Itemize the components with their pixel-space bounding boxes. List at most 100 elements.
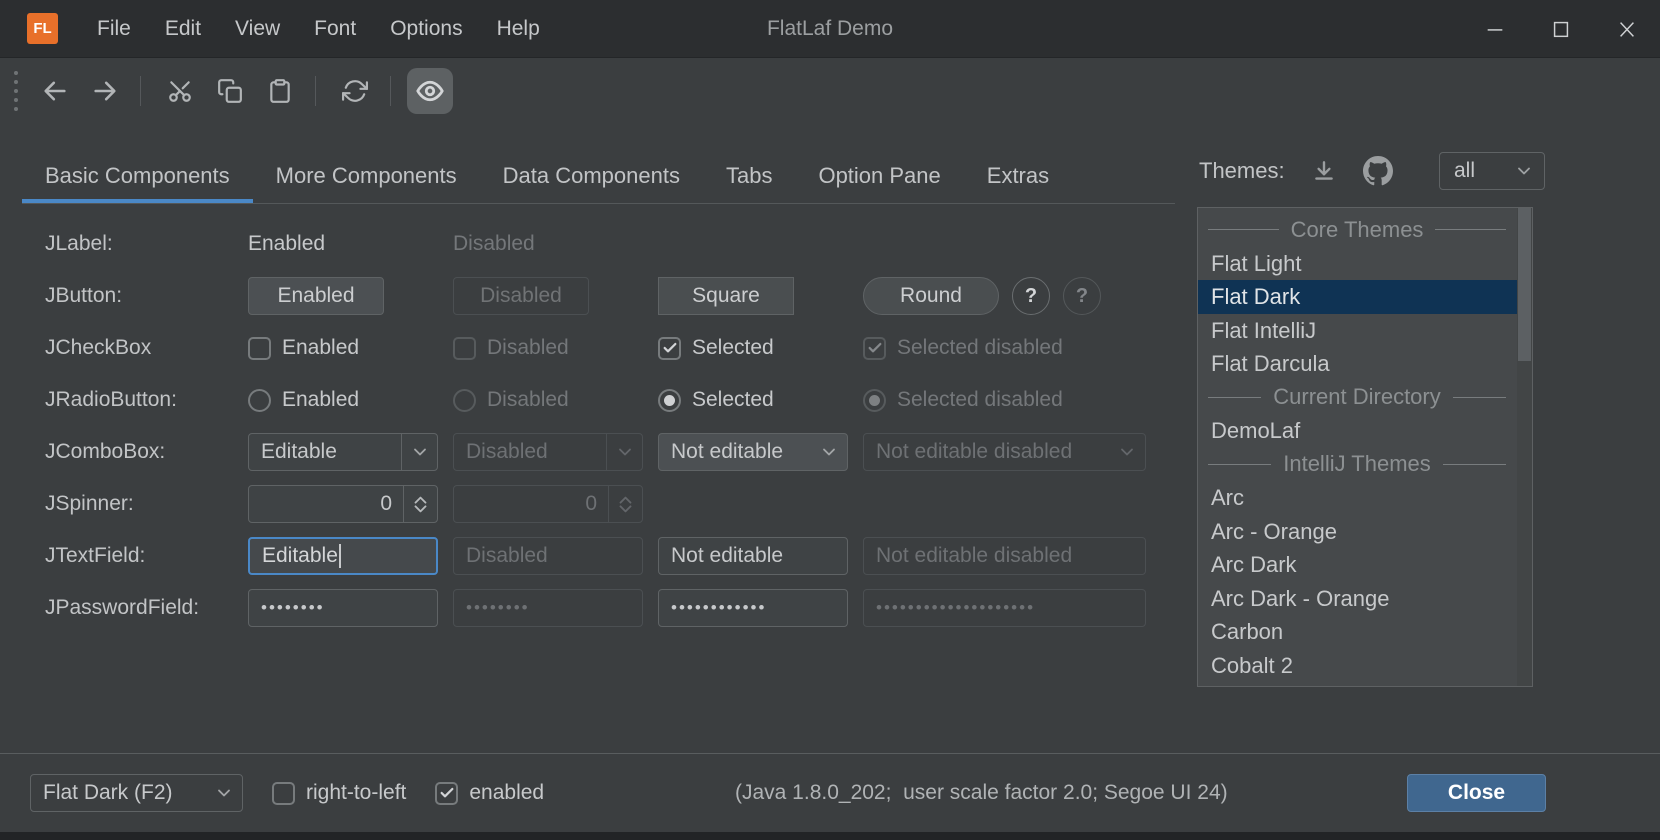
theme-item-flat-intellij[interactable]: Flat IntelliJ [1198, 314, 1532, 348]
minimize-button[interactable] [1462, 0, 1528, 58]
chevron-down-icon[interactable] [401, 434, 437, 470]
tab-tabs[interactable]: Tabs [703, 148, 795, 203]
passwordfield-disabled: •••••••• [453, 589, 643, 627]
maximize-button[interactable] [1528, 0, 1594, 58]
help-button-disabled: ? [1063, 277, 1101, 315]
combobox-editable[interactable]: Editable [248, 433, 438, 471]
close-button[interactable]: Close [1407, 774, 1546, 812]
theme-item-demolaf[interactable]: DemoLaf [1198, 414, 1532, 448]
help-button[interactable]: ? [1012, 277, 1050, 315]
jtextfield-row: JTextField: Editable Disabled Not editab… [45, 530, 1175, 582]
jradiobutton-row-label: JRadioButton: [45, 388, 248, 412]
radio-unchecked-icon [248, 389, 271, 412]
jpasswordfield-row: JPasswordField: •••••••• •••••••• ••••••… [45, 582, 1175, 634]
menu-options[interactable]: Options [373, 0, 479, 58]
window-controls [1462, 0, 1660, 58]
theme-item-carbon[interactable]: Carbon [1198, 615, 1532, 649]
textfield-not-editable[interactable]: Not editable [658, 537, 848, 575]
checkbox-unchecked-icon [248, 337, 271, 360]
enabled-checkbox[interactable]: enabled [435, 781, 544, 805]
refresh-icon[interactable] [332, 68, 378, 114]
theme-item-arc[interactable]: Arc [1198, 481, 1532, 515]
chevron-down-icon [1514, 161, 1534, 181]
tab-data-components[interactable]: Data Components [480, 148, 703, 203]
chevron-down-icon[interactable] [206, 775, 242, 811]
menu-file[interactable]: File [80, 0, 148, 58]
forward-icon[interactable] [82, 68, 128, 114]
copy-icon[interactable] [207, 68, 253, 114]
basic-components-panel: JLabel: Enabled Disabled JButton: Enable… [45, 218, 1175, 634]
tab-option-pane[interactable]: Option Pane [795, 148, 963, 203]
jcheckbox-row: JCheckBox Enabled Disabled Selected [45, 322, 1175, 374]
checkbox-selected-disabled: Selected disabled [863, 336, 1063, 360]
radio-selected[interactable]: Selected [658, 388, 774, 412]
github-icon[interactable] [1363, 156, 1393, 186]
back-icon[interactable] [32, 68, 78, 114]
theme-item-arc-dark-orange[interactable]: Arc Dark - Orange [1198, 582, 1532, 616]
tab-more-components[interactable]: More Components [253, 148, 480, 203]
toolbar-separator [390, 76, 391, 106]
menu-help[interactable]: Help [480, 0, 557, 58]
themes-scrollbar-thumb[interactable] [1518, 208, 1531, 361]
textfield-editable[interactable]: Editable [248, 537, 438, 575]
square-button[interactable]: Square [658, 277, 794, 315]
menu-edit[interactable]: Edit [148, 0, 218, 58]
theme-item-flat-dark[interactable]: Flat Dark [1198, 280, 1532, 314]
theme-item-arc-orange[interactable]: Arc - Orange [1198, 515, 1532, 549]
jspinner-row: JSpinner: 0 0 [45, 478, 1175, 530]
textfield-not-editable-disabled: Not editable disabled [863, 537, 1146, 575]
checkbox-checked-icon [863, 337, 886, 360]
radio-disabled: Disabled [453, 388, 569, 412]
checkbox-disabled: Disabled [453, 336, 569, 360]
menu-view[interactable]: View [218, 0, 297, 58]
tab-basic-components[interactable]: Basic Components [22, 148, 253, 203]
jcombobox-row-label: JComboBox: [45, 440, 248, 464]
theme-group-separator: Current Directory [1198, 381, 1532, 415]
cut-icon[interactable] [157, 68, 203, 114]
chevron-down-icon[interactable] [811, 434, 847, 470]
menu-font[interactable]: Font [297, 0, 373, 58]
passwordfield-not-editable[interactable]: •••••••••••• [658, 589, 848, 627]
right-to-left-checkbox[interactable]: right-to-left [272, 781, 406, 805]
jcheckbox-row-label: JCheckBox [45, 336, 248, 360]
textfield-disabled: Disabled [453, 537, 643, 575]
toolbar-separator [315, 76, 316, 106]
toolbar [0, 58, 1660, 124]
combobox-not-editable[interactable]: Not editable [658, 433, 848, 471]
checkbox-checked-icon [658, 337, 681, 360]
checkbox-enabled[interactable]: Enabled [248, 336, 359, 360]
show-hidden-eye-icon[interactable] [407, 68, 453, 114]
theme-item-flat-darcula[interactable]: Flat Darcula [1198, 347, 1532, 381]
theme-item-cobalt-2[interactable]: Cobalt 2 [1198, 649, 1532, 683]
close-window-button[interactable] [1594, 0, 1660, 58]
jlabel-disabled: Disabled [453, 232, 535, 256]
theme-filter-combobox[interactable]: all [1439, 152, 1545, 190]
jbutton-row-label: JButton: [45, 284, 248, 308]
theme-group-separator: Core Themes [1198, 213, 1532, 247]
checkbox-selected[interactable]: Selected [658, 336, 774, 360]
themes-label: Themes: [1199, 158, 1285, 184]
paste-icon[interactable] [257, 68, 303, 114]
themes-header: Themes: all [1199, 151, 1545, 191]
enabled-button[interactable]: Enabled [248, 277, 384, 315]
radio-enabled[interactable]: Enabled [248, 388, 359, 412]
download-icon[interactable] [1311, 158, 1337, 184]
themes-list: Core Themes Flat Light Flat Dark Flat In… [1197, 207, 1533, 687]
chevron-down-icon [1109, 434, 1145, 470]
theme-item-arc-dark[interactable]: Arc Dark [1198, 548, 1532, 582]
passwordfield-editable[interactable]: •••••••• [248, 589, 438, 627]
toolbar-separator [140, 76, 141, 106]
laf-combobox[interactable]: Flat Dark (F2) [30, 774, 243, 812]
jtextfield-row-label: JTextField: [45, 544, 248, 568]
theme-item-flat-light[interactable]: Flat Light [1198, 247, 1532, 281]
spinner-up-down-icons[interactable] [403, 486, 437, 522]
themes-scrollbar[interactable] [1517, 208, 1532, 686]
round-button[interactable]: Round [863, 277, 999, 315]
toolbar-grip-handle[interactable] [14, 71, 18, 111]
theme-filter-value: all [1454, 159, 1475, 183]
tab-extras[interactable]: Extras [964, 148, 1072, 203]
spinner-enabled[interactable]: 0 [248, 485, 438, 523]
checkbox-unchecked-icon [453, 337, 476, 360]
theme-item-cyan-light[interactable]: Cyan light [1198, 682, 1532, 687]
jbutton-row: JButton: Enabled Disabled Square Round ?… [45, 270, 1175, 322]
